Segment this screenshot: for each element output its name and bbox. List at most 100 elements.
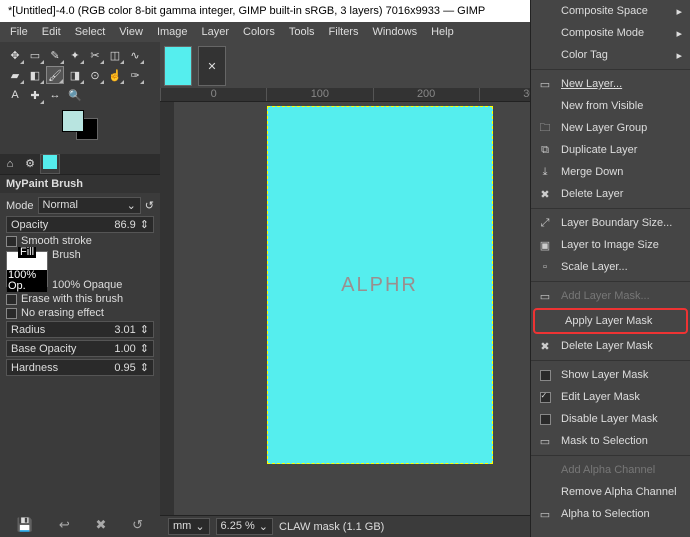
ruler-horizontal: 0100200300 xyxy=(160,88,585,102)
hardness-slider[interactable]: Hardness0.95⇕ xyxy=(6,359,154,376)
erase-checkbox[interactable] xyxy=(6,294,17,305)
fit-icon: ▣ xyxy=(537,237,553,253)
warp-tool[interactable]: ∿ xyxy=(126,46,144,64)
menu-help[interactable]: Help xyxy=(425,24,460,40)
mode-reset-icon[interactable]: ↺ xyxy=(145,199,154,212)
color-swatches[interactable] xyxy=(6,110,154,140)
ctx-new-group[interactable]: 🗀New Layer Group xyxy=(531,117,690,139)
scale-icon: ▫ xyxy=(537,259,553,275)
menu-colors[interactable]: Colors xyxy=(237,24,281,40)
ctx-duplicate-layer[interactable]: ⧉Duplicate Layer xyxy=(531,139,690,161)
smooth-checkbox[interactable] xyxy=(6,236,17,247)
free-select-tool[interactable]: ✎ xyxy=(46,46,64,64)
reset-icon[interactable]: ↺ xyxy=(132,517,143,533)
opacity-slider[interactable]: Opacity86.9⇕ xyxy=(6,216,154,233)
mode-dropdown[interactable]: Normal⌄ xyxy=(38,197,141,214)
checkbox-icon xyxy=(540,414,551,425)
ctx-show-mask[interactable]: Show Layer Mask xyxy=(531,364,690,386)
transform-tool[interactable]: ◫ xyxy=(106,46,124,64)
delete-preset-icon[interactable]: ✖ xyxy=(96,517,107,533)
toolbox: ✥ ▭ ✎ ✦ ✂ ◫ ∿ ▰ ◧ 🖌 ◨ ⊙ ☝ ✑ A ✚ ↔ � xyxy=(0,42,160,154)
status-info: CLAW mask (1.1 GB) xyxy=(279,521,384,533)
zoom-dropdown[interactable]: 6.25 % ⌄ xyxy=(216,518,273,535)
tool-options-tabs: ⌂ ⚙ xyxy=(0,154,160,175)
menu-layer[interactable]: Layer xyxy=(196,24,236,40)
ctx-composite-mode[interactable]: Composite Mode▸ xyxy=(531,22,690,44)
heal-tool[interactable]: ✚ xyxy=(26,86,44,104)
text-tool[interactable]: A xyxy=(6,86,24,104)
layer-context-menu: Composite Space▸ Composite Mode▸ Color T… xyxy=(530,0,690,537)
base-opacity-slider[interactable]: Base Opacity1.00⇕ xyxy=(6,340,154,357)
unit-dropdown[interactable]: mm ⌄ xyxy=(168,518,210,535)
restore-icon[interactable]: ↩ xyxy=(59,517,70,533)
ctx-mask-to-selection[interactable]: ▭Mask to Selection xyxy=(531,430,690,452)
statusbar: mm ⌄ 6.25 % ⌄ CLAW mask (1.1 GB) xyxy=(160,515,585,537)
move-tool[interactable]: ✥ xyxy=(6,46,24,64)
menu-select[interactable]: Select xyxy=(69,24,112,40)
ctx-edit-mask[interactable]: Edit Layer Mask xyxy=(531,386,690,408)
ctx-boundary-size[interactable]: ⤢Layer Boundary Size... xyxy=(531,212,690,234)
eraser-tool[interactable]: ◨ xyxy=(66,66,84,84)
tab-tooloptions[interactable]: ⚙ xyxy=(20,154,40,174)
path-tool[interactable]: ✑ xyxy=(126,66,144,84)
tool-options-actions: 💾 ↩ ✖ ↺ xyxy=(0,513,160,537)
tool-options: Mode Normal⌄ ↺ Opacity86.9⇕ Smooth strok… xyxy=(0,193,160,380)
ruler-vertical xyxy=(160,102,174,515)
menu-image[interactable]: Image xyxy=(151,24,194,40)
resize-icon: ⤢ xyxy=(537,215,553,231)
mode-label: Mode xyxy=(6,200,34,212)
ctx-remove-alpha[interactable]: Remove Alpha Channel xyxy=(531,481,690,503)
mypaint-brush-tool[interactable]: 🖌 xyxy=(46,66,64,84)
left-dock: ✥ ▭ ✎ ✦ ✂ ◫ ∿ ▰ ◧ 🖌 ◨ ⊙ ☝ ✑ A ✚ ↔ � xyxy=(0,42,160,537)
tab-active[interactable] xyxy=(40,154,60,174)
ctx-disable-mask[interactable]: Disable Layer Mask xyxy=(531,408,690,430)
menu-edit[interactable]: Edit xyxy=(36,24,67,40)
ctx-color-tag[interactable]: Color Tag▸ xyxy=(531,44,690,66)
ctx-delete-mask[interactable]: ✖Delete Layer Mask xyxy=(531,335,690,357)
bucket-tool[interactable]: ▰ xyxy=(6,66,24,84)
clone-tool[interactable]: ⊙ xyxy=(86,66,104,84)
ctx-new-layer[interactable]: ▭New Layer... xyxy=(531,73,690,95)
crop-tool[interactable]: ✂ xyxy=(86,46,104,64)
canvas-area: ✕ 0100200300 ALPHR mm ⌄ 6.25 % ⌄ CLAW ma… xyxy=(160,42,585,537)
image-close[interactable]: ✕ xyxy=(198,46,226,86)
ctx-composite-space[interactable]: Composite Space▸ xyxy=(531,0,690,22)
zoom-tool[interactable]: 🔍 xyxy=(66,86,84,104)
delete-icon: ✖ xyxy=(537,186,553,202)
ctx-to-image-size[interactable]: ▣Layer to Image Size xyxy=(531,234,690,256)
checkbox-checked-icon xyxy=(540,392,551,403)
menu-view[interactable]: View xyxy=(113,24,149,40)
menu-filters[interactable]: Filters xyxy=(323,24,365,40)
ctx-delete-layer[interactable]: ✖Delete Layer xyxy=(531,183,690,205)
image-thumb[interactable] xyxy=(164,46,192,86)
tab-device[interactable]: ⌂ xyxy=(0,154,20,174)
foreground-color[interactable] xyxy=(62,110,84,132)
ctx-merge-down[interactable]: ⤓Merge Down xyxy=(531,161,690,183)
chevron-down-icon: ⌄ xyxy=(127,199,136,212)
menu-file[interactable]: File xyxy=(4,24,34,40)
radius-slider[interactable]: Radius3.01⇕ xyxy=(6,321,154,338)
menu-tools[interactable]: Tools xyxy=(283,24,321,40)
noerase-checkbox[interactable] xyxy=(6,308,17,319)
gradient-tool[interactable]: ◧ xyxy=(26,66,44,84)
ctx-add-mask: ▭Add Layer Mask... xyxy=(531,285,690,307)
ctx-apply-mask[interactable]: Apply Layer Mask xyxy=(535,310,686,332)
selection-icon: ▭ xyxy=(537,506,553,522)
ctx-add-alpha: Add Alpha Channel xyxy=(531,459,690,481)
rect-select-tool[interactable]: ▭ xyxy=(26,46,44,64)
ctx-scale-layer[interactable]: ▫Scale Layer... xyxy=(531,256,690,278)
tool-name-label: MyPaint Brush xyxy=(0,175,160,193)
canvas[interactable]: ALPHR xyxy=(267,106,493,464)
ctx-new-from-visible[interactable]: New from Visible xyxy=(531,95,690,117)
folder-icon: 🗀 xyxy=(537,120,553,136)
brush-label: Brush xyxy=(52,249,122,261)
ctx-alpha-to-selection[interactable]: ▭Alpha to Selection xyxy=(531,503,690,525)
selection-icon: ▭ xyxy=(537,433,553,449)
measure-tool[interactable]: ↔ xyxy=(46,86,64,104)
smudge-tool[interactable]: ☝ xyxy=(106,66,124,84)
brush-preview[interactable]: Fill 100% Op. xyxy=(6,251,48,287)
save-preset-icon[interactable]: 💾 xyxy=(17,517,33,533)
menu-windows[interactable]: Windows xyxy=(366,24,423,40)
fuzzy-select-tool[interactable]: ✦ xyxy=(66,46,84,64)
duplicate-icon: ⧉ xyxy=(537,142,553,158)
